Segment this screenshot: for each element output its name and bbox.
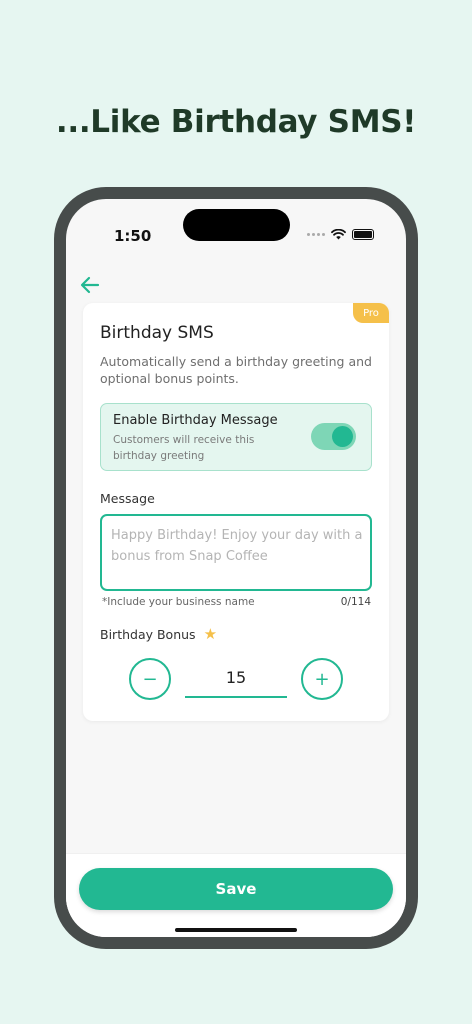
bottom-bar: Save bbox=[66, 853, 406, 937]
wifi-icon bbox=[331, 229, 346, 240]
dynamic-island bbox=[183, 209, 290, 241]
home-indicator bbox=[175, 928, 297, 932]
phone-frame: 1:50 Pro Birthday SMS Automatically send… bbox=[54, 187, 418, 949]
enable-subtitle: Customers will receive this birthday gre… bbox=[113, 434, 255, 462]
birthday-bonus-label: Birthday Bonus bbox=[100, 627, 196, 642]
toggle-knob bbox=[332, 426, 353, 447]
enable-title: Enable Birthday Message bbox=[113, 413, 278, 428]
star-icon: ★ bbox=[203, 625, 218, 643]
character-counter: 0/114 bbox=[340, 596, 371, 608]
message-hint: *Include your business name bbox=[102, 596, 255, 608]
app-screen: 1:50 Pro Birthday SMS Automatically send… bbox=[66, 199, 406, 937]
status-icons bbox=[307, 229, 374, 240]
message-label: Message bbox=[100, 491, 155, 506]
headline: ...Like Birthday SMS! bbox=[55, 104, 417, 140]
back-arrow-icon[interactable] bbox=[78, 273, 102, 297]
signal-icon bbox=[307, 233, 325, 236]
increment-button[interactable]: + bbox=[301, 658, 343, 700]
status-time: 1:50 bbox=[114, 227, 152, 245]
message-placeholder: Happy Birthday! Enjoy your day with a bo… bbox=[111, 528, 363, 564]
save-button[interactable]: Save bbox=[79, 868, 393, 910]
message-input[interactable]: Happy Birthday! Enjoy your day with a bo… bbox=[100, 514, 372, 591]
decrement-button[interactable]: − bbox=[129, 658, 171, 700]
enable-toggle[interactable] bbox=[311, 423, 356, 450]
birthday-sms-card: Pro Birthday SMS Automatically send a bi… bbox=[83, 303, 389, 721]
card-description: Automatically send a birthday greeting a… bbox=[100, 354, 372, 386]
birthday-bonus-label-row: Birthday Bonus ★ bbox=[100, 625, 218, 643]
bonus-value-input[interactable]: 15 bbox=[185, 658, 287, 698]
pro-badge: Pro bbox=[353, 303, 389, 323]
enable-birthday-message-box: Enable Birthday Message Customers will r… bbox=[100, 403, 372, 471]
card-title: Birthday SMS bbox=[100, 323, 214, 343]
battery-icon bbox=[352, 229, 374, 240]
